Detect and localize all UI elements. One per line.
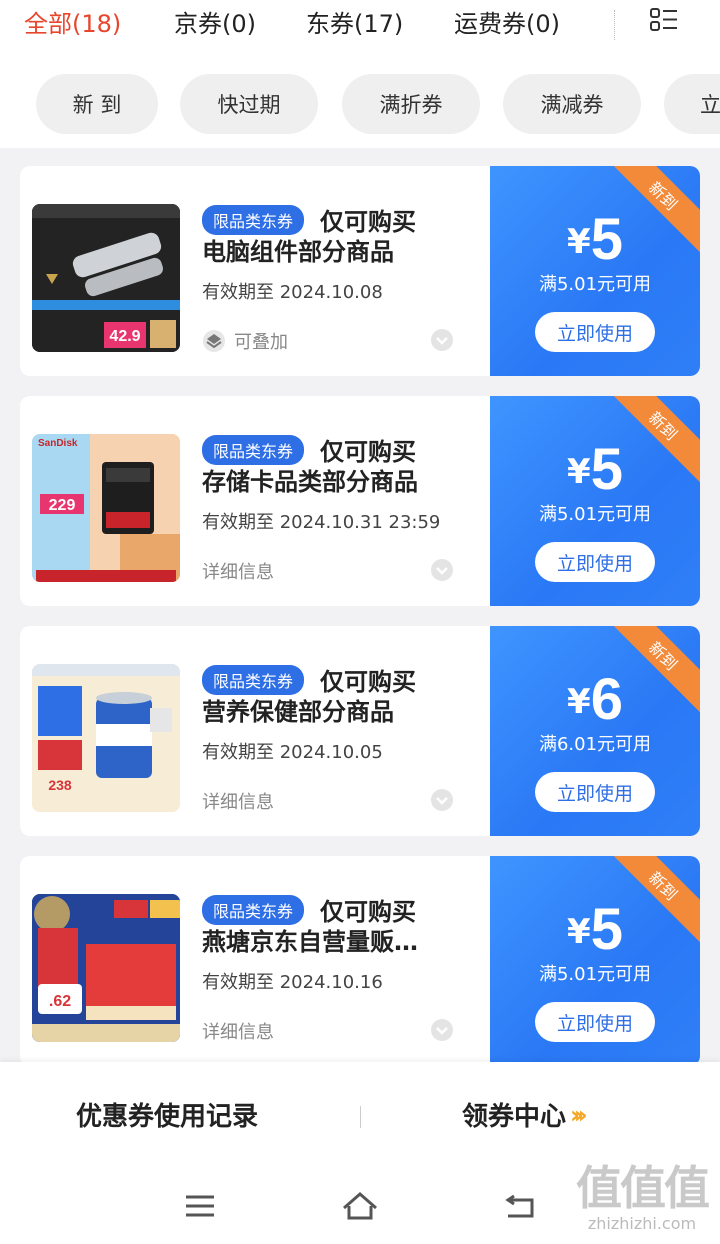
product-thumbnail: 42.9 [32,204,180,352]
watermark-url: zhizhizhi.com [587,1214,697,1233]
filter-chip-bar: 新 到 快过期 满折券 满减券 立 [0,58,720,148]
triple-chevron-icon: ››› [570,1100,588,1129]
coupon-value-panel: 新到 ¥6 满6.01元可用 立即使用 [490,626,700,836]
thumb-price: 238 [48,777,72,793]
coupon-info: .62 限品类东券 仅可购买 燕塘京东自营量贩… 有效期至 2024.10.16… [20,856,490,1066]
coupon-info: 42.9 限品类东券 仅可购买 电脑组件部分商品 有效期至 2024.10.08… [20,166,490,376]
divider [360,1106,361,1128]
coupon-condition: 满5.01元可用 [538,504,652,525]
coupon-expiry: 有效期至 2024.10.31 23:59 [202,512,441,533]
coupon-condition: 满5.01元可用 [538,964,652,985]
coupon-category-tag: 限品类东券 [202,204,305,235]
site-watermark: 值值值 zhizhizhi.com [576,1161,710,1233]
coupon-card[interactable]: 42.9 限品类东券 仅可购买 电脑组件部分商品 有效期至 2024.10.08… [20,166,700,376]
use-now-button[interactable]: 立即使用 [535,1002,655,1042]
tab-jing-coupon[interactable]: 京券(0) [174,4,256,39]
thumb-price: 42.9 [109,328,140,345]
chevron-down-icon[interactable] [430,558,454,582]
coupon-title-line2: 燕塘京东自营量贩… [202,928,418,956]
chevron-down-icon[interactable] [430,1018,454,1042]
coupon-category-tag: 限品类东券 [202,434,305,465]
coupon-info: 238 限品类东券 仅可购买 营养保健部分商品 有效期至 2024.10.05 … [20,626,490,836]
chevron-down-icon[interactable] [430,788,454,812]
filter-chip-expiring[interactable]: 快过期 [180,74,318,134]
coupon-category-tag: 限品类东券 [202,664,305,695]
use-now-button[interactable]: 立即使用 [535,542,655,582]
coupon-condition: 满5.01元可用 [538,274,652,295]
tab-dong-coupon[interactable]: 东券(17) [306,4,403,39]
stackable-label: 可叠加 [202,328,288,354]
filter-chip-new[interactable]: 新 到 [36,74,158,134]
coupon-amount: ¥5 [567,207,623,272]
thumb-price: 229 [49,497,76,514]
watermark-logo: 值值值 [576,1161,710,1215]
product-thumbnail: 238 [32,664,180,812]
home-icon[interactable] [340,1186,380,1226]
product-thumbnail: SanDisk 229 [32,434,180,582]
detail-info-link[interactable]: 详细信息 [202,558,274,584]
coupon-expiry: 有效期至 2024.10.16 [202,972,383,993]
filter-chip-discount[interactable]: 满折券 [342,74,480,134]
thumb-price: .62 [49,993,71,1010]
coupon-title-line2: 营养保健部分商品 [202,698,394,726]
coupon-category-tag: 限品类东券 [202,894,305,925]
coupon-expiry: 有效期至 2024.10.08 [202,282,383,303]
use-now-button[interactable]: 立即使用 [535,772,655,812]
coupon-title-line2: 存储卡品类部分商品 [202,468,418,496]
grid-list-icon[interactable] [648,5,680,35]
detail-info-link[interactable]: 详细信息 [202,788,274,814]
coupon-title-line2: 电脑组件部分商品 [202,238,394,266]
coupon-card[interactable]: 238 限品类东券 仅可购买 营养保健部分商品 有效期至 2024.10.05 … [20,626,700,836]
tab-all[interactable]: 全部(18) [24,4,121,39]
filter-chip-more[interactable]: 立 [664,74,720,134]
use-now-button[interactable]: 立即使用 [535,312,655,352]
menu-icon[interactable] [180,1186,220,1226]
bottom-action-bar: 优惠券使用记录 领券中心 ››› [0,1062,720,1168]
tab-shipping-coupon[interactable]: 运费券(0) [454,4,560,39]
coupon-type-tabs: 全部(18) 京券(0) 东券(17) 运费券(0) [0,0,720,58]
coupon-value-panel: 新到 ¥5 满5.01元可用 立即使用 [490,856,700,1066]
coupon-amount: ¥6 [567,667,623,732]
chevron-down-icon[interactable] [430,328,454,352]
coupon-info: SanDisk 229 限品类东券 仅可购买 存储卡品类部分商品 有效期至 20… [20,396,490,606]
coupon-usage-record-link[interactable]: 优惠券使用记录 [76,1096,258,1133]
coupon-value-panel: 新到 ¥5 满5.01元可用 立即使用 [490,166,700,376]
filter-chip-reduction[interactable]: 满减券 [503,74,641,134]
back-icon[interactable] [500,1186,540,1226]
thumb-brand: SanDisk [38,438,78,449]
coupon-card[interactable]: .62 限品类东券 仅可购买 燕塘京东自营量贩… 有效期至 2024.10.16… [20,856,700,1066]
coupon-expiry: 有效期至 2024.10.05 [202,742,383,763]
coupon-amount: ¥5 [567,437,623,502]
coupon-value-panel: 新到 ¥5 满5.01元可用 立即使用 [490,396,700,606]
coupon-card[interactable]: SanDisk 229 限品类东券 仅可购买 存储卡品类部分商品 有效期至 20… [20,396,700,606]
product-thumbnail: .62 [32,894,180,1042]
stack-icon [203,330,225,352]
tab-divider [614,10,615,40]
detail-info-link[interactable]: 详细信息 [202,1018,274,1044]
coupon-amount: ¥5 [567,897,623,962]
coupon-condition: 满6.01元可用 [538,734,652,755]
coupon-center-link[interactable]: 领券中心 ››› [462,1096,588,1133]
